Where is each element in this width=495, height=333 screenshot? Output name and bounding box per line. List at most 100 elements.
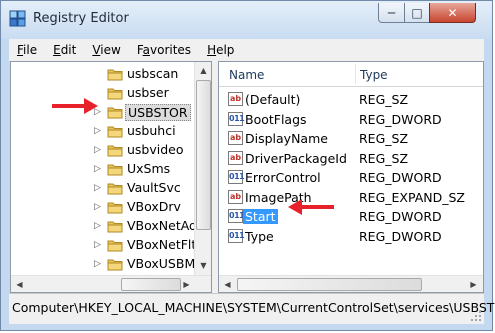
values-pane[interactable]: Name Type ab (Default) REG_SZ 011 BootFlags R… [218,61,484,293]
value-type: REG_DWORD [359,170,442,185]
tree-vertical-scroll-thumb[interactable] [196,80,211,230]
tree-horizontal-scrollbar[interactable]: ◀ ▶ [11,275,211,292]
value-row[interactable]: 011 ErrorControl REG_DWORD [219,168,483,187]
tree-item[interactable]: usbser [11,84,211,103]
folder-icon [107,221,123,233]
expand-arrow-icon[interactable]: ▷ [94,241,103,250]
folder-icon [107,88,123,100]
value-row[interactable]: ab (Default) REG_SZ [219,90,483,109]
tree-item-label: UxSms [127,161,171,176]
close-icon: ✕ [447,5,458,20]
expand-arrow-icon[interactable]: ▷ [94,260,103,269]
expand-arrow-icon[interactable]: ▷ [94,184,103,193]
registry-editor-window: Registry Editor ─ □ ✕ File Edit View Fav… [0,0,495,331]
binary-value-icon: 011 [228,170,245,184]
menu-help[interactable]: Help [199,43,242,57]
value-type: REG_SZ [359,92,409,107]
tree-vertical-scrollbar[interactable]: ▲ ▼ [194,62,211,275]
value-name: ErrorControl [245,170,321,185]
expand-arrow-icon[interactable]: ▷ [94,203,103,212]
value-type: REG_DWORD [359,209,442,224]
scroll-down-arrow-icon[interactable]: ▼ [196,258,211,273]
menu-file[interactable]: File [9,43,45,57]
tree-item-label: usbvideo [127,142,184,157]
title-bar[interactable]: Registry Editor ─ □ ✕ [1,1,492,39]
tree-item[interactable]: ▷ VBoxNetFlt [11,236,211,255]
tree-horizontal-scroll-thumb[interactable] [121,278,181,291]
value-name: DisplayName [245,131,328,146]
binary-value-icon: 011 [228,111,245,126]
tree-item-label: usbser [127,85,169,100]
value-name: Start [243,209,278,224]
folder-icon [107,202,123,214]
tree-item[interactable]: ▷ VBoxUSBMon [11,255,211,274]
value-type: REG_DWORD [359,228,442,244]
close-button[interactable]: ✕ [429,3,476,23]
menu-bar: File Edit View Favorites Help [9,39,484,61]
column-divider[interactable] [355,64,356,84]
column-header-name[interactable]: Name [229,68,264,82]
annotation-arrow-start-icon [288,199,334,215]
menu-edit[interactable]: Edit [45,43,84,57]
expand-arrow-icon[interactable]: ▷ [94,127,103,136]
tree-item[interactable]: ▷ VBoxNetAdp [11,217,211,236]
value-row[interactable]: 011 Type REG_DWORD [219,227,483,246]
tree-item[interactable]: ▷ usbuhci [11,122,211,141]
folder-icon [107,240,123,252]
tree-item-label: usbuhci [127,123,176,138]
expand-arrow-icon[interactable]: ▷ [94,165,103,174]
folder-icon [107,259,123,271]
tree-item[interactable]: usbscan [11,65,211,84]
status-path: Computer\HKEY_LOCAL_MACHINE\SYSTEM\Curre… [12,300,495,315]
registry-editor-app-icon [9,10,26,27]
values-horizontal-scrollbar[interactable]: ◀ ▶ [219,275,483,292]
tree-item-label: VBoxNetFlt [127,237,197,252]
menu-view[interactable]: View [84,43,128,57]
values-list-header: Name Type [219,62,483,87]
key-tree-pane[interactable]: usbscan usbser ▷ USBSTOR ▷ usbuhci ▷ usbvideo ▷ U… [10,61,212,293]
expand-arrow-icon[interactable]: ▷ [94,222,103,231]
tree-item[interactable]: ▷ VBoxDrv [11,198,211,217]
value-name: DriverPackageId [245,150,347,166]
value-row[interactable]: 011 Start REG_DWORD [219,207,483,226]
window-title: Registry Editor [33,11,129,26]
tree-item-label: VBoxDrv [127,199,181,214]
folder-icon [107,69,123,81]
tree-item-label: VaultSvc [127,180,181,195]
tree-item[interactable]: ▷ UxSms [11,160,211,179]
maximize-button[interactable]: □ [404,3,430,23]
string-value-icon: ab [228,131,243,145]
scroll-right-arrow-icon[interactable]: ▶ [466,277,481,292]
value-row[interactable]: 011 BootFlags REG_DWORD [219,110,483,129]
value-type: REG_EXPAND_SZ [359,189,465,205]
column-header-type[interactable]: Type [360,68,388,82]
maximize-icon: □ [411,5,423,20]
value-name: Type [245,228,274,244]
value-type: REG_SZ [359,150,409,166]
value-type: REG_SZ [359,131,409,146]
tree-item[interactable]: ▷ usbvideo [11,141,211,160]
tree-item[interactable]: ▷ VaultSvc [11,179,211,198]
tree-item[interactable]: ▷ USBSTOR [11,103,211,122]
scroll-left-arrow-icon[interactable]: ◀ [12,277,27,292]
scroll-left-arrow-icon[interactable]: ◀ [220,277,235,292]
menu-favorites[interactable]: Favorites [129,43,199,57]
annotation-arrow-usbstor-icon [52,98,98,114]
value-row[interactable]: ab DriverPackageId REG_SZ [219,149,483,168]
minimize-button[interactable]: ─ [378,3,405,23]
scroll-up-arrow-icon[interactable]: ▲ [196,63,211,78]
folder-icon [107,145,123,157]
expand-arrow-icon[interactable]: ▷ [94,146,103,155]
value-name: (Default) [245,92,301,107]
string-value-icon: ab [228,189,243,204]
scroll-right-arrow-icon[interactable]: ▶ [179,277,194,292]
minimize-icon: ─ [387,5,396,20]
string-value-icon: ab [228,150,243,165]
tree-item-label: USBSTOR [125,104,191,121]
value-row[interactable]: ab ImagePath REG_EXPAND_SZ [219,188,483,207]
resize-grip-icon[interactable] [470,310,482,322]
value-row[interactable]: ab DisplayName REG_SZ [219,129,483,148]
values-horizontal-scroll-thumb[interactable] [237,278,422,291]
folder-icon [107,126,123,138]
folder-icon [107,183,123,195]
